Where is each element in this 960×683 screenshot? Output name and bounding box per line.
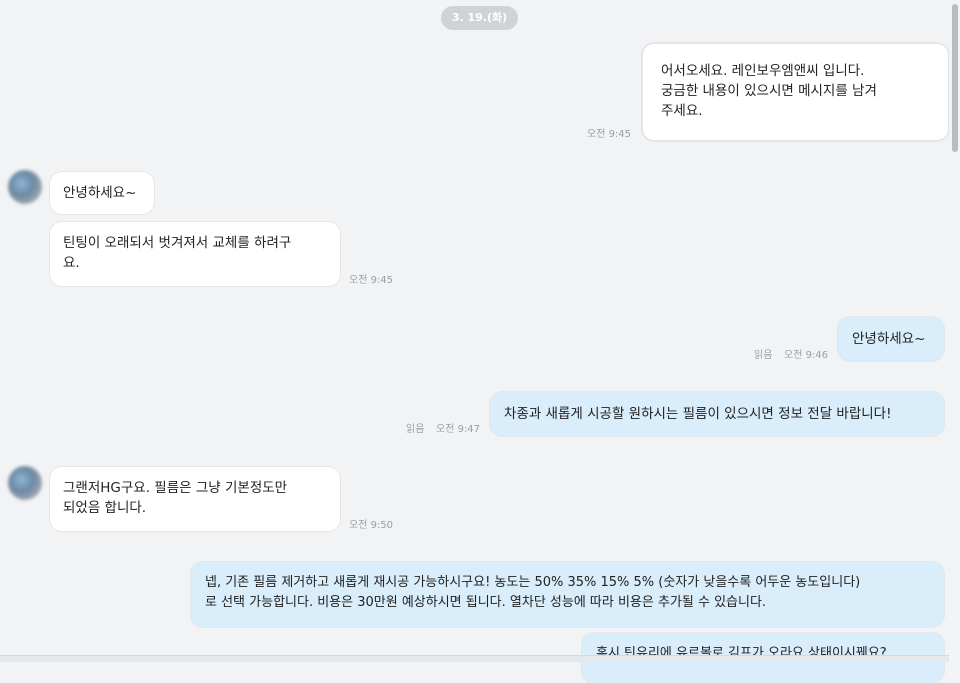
message-bubble-incoming: 안녕하세요~ xyxy=(50,172,154,214)
message-bubble-outgoing: 넵, 기존 필름 제거하고 새롭게 재시공 가능하시구요! 농도는 50% 35… xyxy=(191,562,944,627)
message-bubble-outgoing: 안녕하세요~ xyxy=(838,317,944,361)
read-status: 읽음 xyxy=(754,350,773,361)
message-time: 오전 9:47 xyxy=(436,424,481,435)
message-time: 오전 9:45 xyxy=(349,275,394,286)
message-time: 오전 9:45 xyxy=(587,129,632,140)
message-bubble-incoming: 틴팅이 오래되서 벗겨져서 교체를 하려구 요. xyxy=(50,222,340,286)
message-bubble-incoming: 그랜저HG구요. 필름은 그냥 기본정도만 되었음 합니다. xyxy=(50,467,340,531)
message-time: 오전 9:46 xyxy=(784,350,829,361)
message-bubble-outgoing: 차종과 새롭게 시공할 원하시는 필름이 있으시면 정보 전달 바랍니다! xyxy=(490,392,944,436)
avatar[interactable] xyxy=(8,170,42,204)
avatar[interactable] xyxy=(8,466,42,500)
date-divider: 3. 19.(화) xyxy=(441,6,518,30)
message-bubble-greeting: 어서오세요. 레인보우엠앤씨 입니다. 궁금한 내용이 있으시면 메시지를 남겨… xyxy=(642,43,949,141)
message-time: 오전 9:50 xyxy=(349,520,394,531)
read-status: 읽음 xyxy=(406,424,425,435)
scrollbar-thumb[interactable] xyxy=(952,4,958,152)
bottom-bar xyxy=(0,655,949,662)
scrollbar[interactable] xyxy=(949,0,960,662)
